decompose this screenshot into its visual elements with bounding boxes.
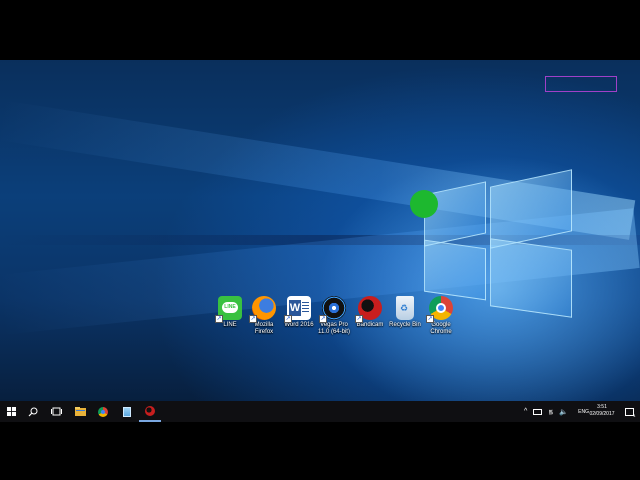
- bandicam-icon: [145, 405, 155, 416]
- cursor-highlight: [410, 190, 438, 218]
- shortcut-arrow-icon: ↗: [355, 315, 363, 323]
- desktop-icon-label: Google Chrome: [430, 322, 452, 335]
- volume-icon[interactable]: 🔈: [559, 408, 568, 416]
- vegas-pro-icon: ↗: [319, 296, 346, 323]
- chrome-icon: ↗: [426, 296, 453, 323]
- taskbar-bandicam[interactable]: [139, 401, 161, 422]
- notepad-icon: [123, 406, 131, 417]
- notification-icon: 4: [624, 407, 636, 418]
- desktop-icon-label: Mozilla Firefox: [254, 322, 274, 335]
- chrome-icon: [98, 406, 108, 417]
- desktop-icon-vegas-pro[interactable]: ↗ Vegas Pro 11.0 (64-bit): [314, 296, 354, 336]
- chevron-up-icon[interactable]: ^: [524, 408, 527, 415]
- battery-icon[interactable]: [533, 408, 543, 415]
- desktop-icon-label: Vegas Pro 11.0 (64-bit): [318, 322, 350, 335]
- task-view-button[interactable]: [45, 401, 67, 422]
- network-icon[interactable]: ᯾: [548, 408, 553, 416]
- shortcut-arrow-icon: ↗: [426, 315, 434, 323]
- bandicam-icon: ↗: [355, 296, 382, 323]
- selection-rectangle: [545, 76, 617, 92]
- letterbox-top: [0, 0, 640, 60]
- clock-date: 02/09/2017: [589, 411, 615, 417]
- taskbar-file-explorer[interactable]: [69, 401, 91, 422]
- line-icon: LINE ↗: [215, 296, 242, 323]
- search-button[interactable]: [22, 401, 44, 422]
- desktop-icon-label: Word 2016: [284, 322, 314, 328]
- taskbar-notepad[interactable]: [116, 401, 138, 422]
- shortcut-arrow-icon: ↗: [215, 315, 223, 323]
- search-icon: [28, 407, 38, 416]
- desktop-icon-label: Recycle Bin: [389, 322, 421, 328]
- desktop-icon-chrome[interactable]: ↗ Google Chrome: [421, 296, 461, 336]
- task-view-icon: [50, 407, 62, 416]
- shortcut-arrow-icon: ↗: [249, 315, 257, 323]
- taskbar: ^ ᯾ 🔈 ENG 3:51 02/09/2017 4: [0, 401, 640, 422]
- notification-count: 4: [633, 412, 636, 418]
- action-center-button[interactable]: 4: [618, 401, 640, 422]
- desktop-icon-word[interactable]: W ↗ Word 2016: [279, 296, 319, 329]
- file-explorer-icon: [74, 407, 86, 416]
- recycle-bin-icon: ♻: [396, 296, 414, 320]
- start-button[interactable]: [0, 401, 22, 422]
- shortcut-arrow-icon: ↗: [319, 315, 327, 323]
- desktop-icon-firefox[interactable]: ↗ Mozilla Firefox: [244, 296, 284, 336]
- firefox-icon: ↗: [249, 296, 276, 323]
- taskbar-chrome[interactable]: [92, 401, 114, 422]
- windows-start-icon: [6, 407, 16, 416]
- wallpaper-logo-pane: [490, 238, 572, 318]
- clock-time: 3:51: [597, 404, 607, 410]
- clock[interactable]: 3:51 02/09/2017: [586, 404, 618, 418]
- desktop-wallpaper[interactable]: LINE ↗ LINE ↗ Mozilla Firefox W ↗ Word 2…: [0, 60, 640, 401]
- shortcut-arrow-icon: ↗: [284, 315, 292, 323]
- wallpaper-logo-pane: [424, 239, 486, 301]
- desktop-icon-recycle-bin[interactable]: ♻ Recycle Bin: [385, 296, 425, 329]
- desktop-icon-bandicam[interactable]: ↗ Bandicam: [350, 296, 390, 329]
- desktop-icon-label: Bandicam: [356, 322, 384, 328]
- letterbox-bottom: [0, 422, 640, 480]
- desktop-icon-label: LINE: [223, 322, 237, 328]
- word-icon: W ↗: [284, 296, 311, 323]
